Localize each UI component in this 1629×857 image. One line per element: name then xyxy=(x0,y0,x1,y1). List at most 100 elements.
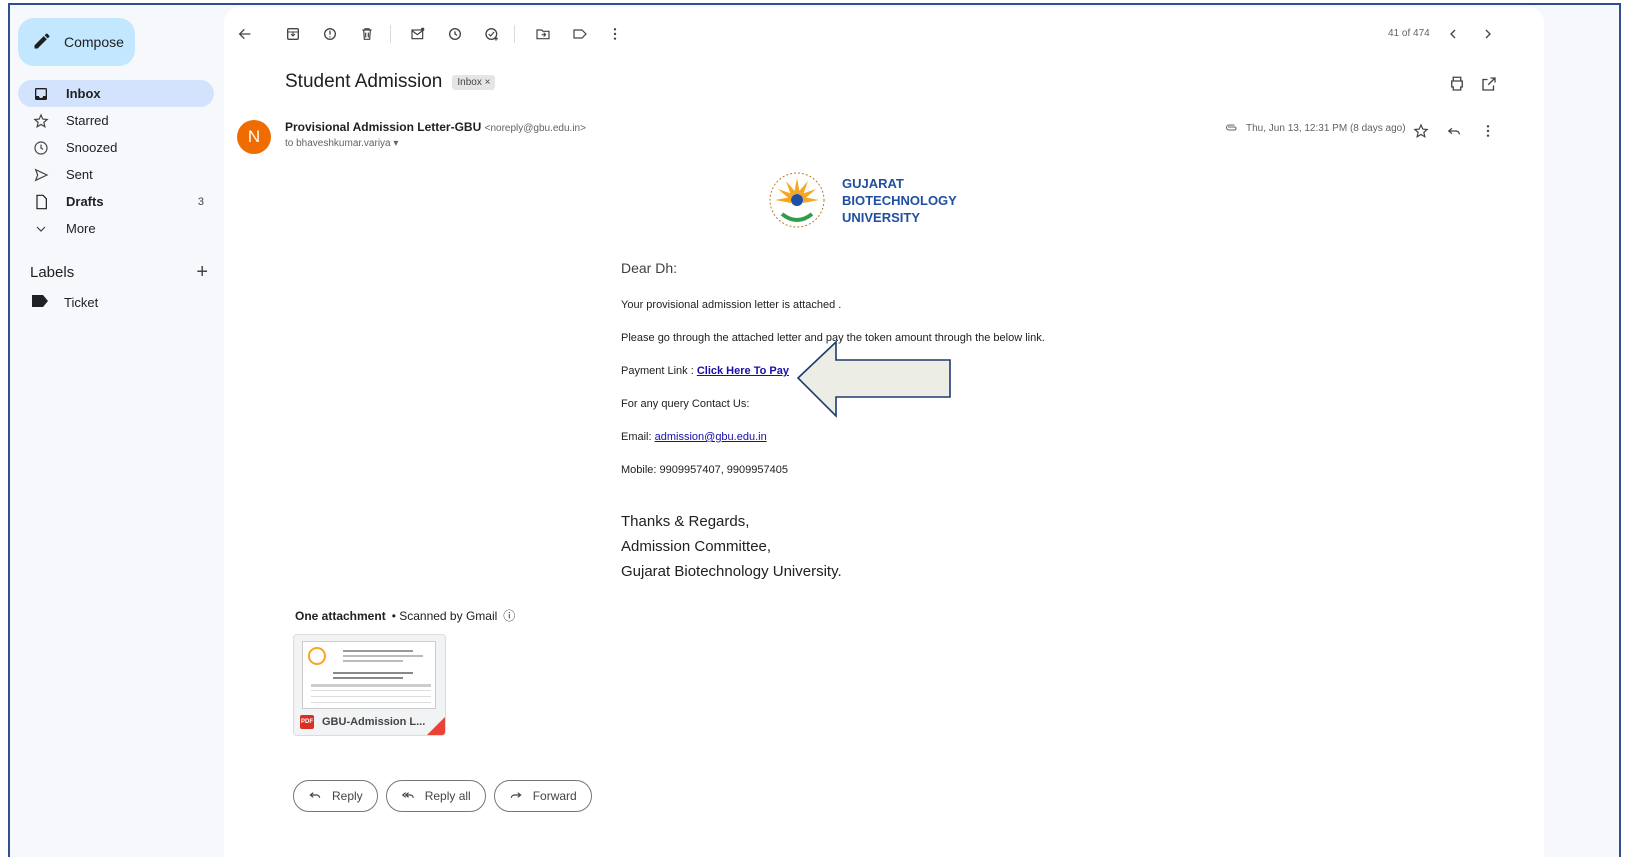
sidebar-item-label: Sent xyxy=(66,167,93,182)
attachment-heading: One attachment xyxy=(295,608,386,623)
compose-label: Compose xyxy=(64,34,124,50)
labels-title: Labels xyxy=(30,264,75,281)
email-subject: Student Admission xyxy=(285,71,443,92)
forward-label: Forward xyxy=(532,789,577,803)
compose-button[interactable]: Compose xyxy=(18,18,135,66)
drafts-count: 3 xyxy=(197,195,204,208)
forward-icon xyxy=(509,788,523,805)
payment-line: Payment Link : Click Here To Pay xyxy=(621,365,789,377)
chevron-down-icon xyxy=(32,220,50,238)
sidebar-item-label: Starred xyxy=(66,113,109,128)
labels-header: Labels + xyxy=(30,261,208,284)
reply-actions: Reply Reply all Forward xyxy=(293,780,592,812)
sidebar: Compose Inbox Starred Snoozed Sent Draft… xyxy=(10,5,232,857)
recipient-line[interactable]: to bhaveshkumar.variya ▾ xyxy=(285,138,398,149)
sidebar-item-drafts[interactable]: Drafts 3 xyxy=(18,188,214,215)
toolbar-divider xyxy=(390,25,391,43)
sidebar-label-ticket[interactable]: Ticket xyxy=(32,295,98,310)
snooze-icon[interactable] xyxy=(444,23,466,45)
logo-line: UNIVERSITY xyxy=(842,209,921,225)
message-toolbar: 41 of 474 xyxy=(224,7,1544,59)
more-vert-icon[interactable] xyxy=(1477,120,1499,142)
reply-all-icon xyxy=(401,788,415,805)
sun-emblem-icon xyxy=(769,172,825,228)
sender-info: Provisional Admission Letter-GBU <norepl… xyxy=(285,120,586,134)
star-icon[interactable] xyxy=(1410,120,1432,142)
attachment-card[interactable]: PDF GBU-Admission L... xyxy=(293,634,446,736)
sidebar-label-name: Ticket xyxy=(64,295,99,310)
sidebar-item-label: Snoozed xyxy=(66,140,118,155)
clock-icon xyxy=(32,139,50,157)
sidebar-item-label: Drafts xyxy=(66,194,104,209)
mobile-line: Mobile: 9909957407, 9909957405 xyxy=(621,464,788,476)
payment-prefix: Payment Link : xyxy=(621,365,697,377)
chevron-left-icon[interactable] xyxy=(1442,23,1464,45)
info-icon[interactable]: ⓘ xyxy=(503,607,515,624)
sidebar-item-label: Inbox xyxy=(66,86,101,101)
more-vert-icon[interactable] xyxy=(604,23,626,45)
label-icon xyxy=(32,295,48,310)
move-to-icon[interactable] xyxy=(532,23,554,45)
trash-icon[interactable] xyxy=(356,23,378,45)
reply-button[interactable]: Reply xyxy=(293,780,378,812)
mark-unread-icon[interactable] xyxy=(407,23,429,45)
avatar[interactable]: N xyxy=(237,120,271,154)
chevron-right-icon[interactable] xyxy=(1477,23,1499,45)
reply-all-button[interactable]: Reply all xyxy=(385,780,486,812)
nav-list: Inbox Starred Snoozed Sent Drafts 3 More xyxy=(18,80,214,242)
contact-email-line: Email: admission@gbu.edu.in xyxy=(621,431,767,443)
signature-line: Admission Committee, xyxy=(621,538,772,555)
email-prefix: Email: xyxy=(621,431,655,443)
inbox-badge[interactable]: Inbox × xyxy=(452,74,496,90)
star-icon xyxy=(32,112,50,130)
attachment-thumbnail xyxy=(302,641,436,709)
sidebar-item-starred[interactable]: Starred xyxy=(18,107,214,134)
forward-button[interactable]: Forward xyxy=(493,780,592,812)
report-spam-icon[interactable] xyxy=(319,23,341,45)
sidebar-item-sent[interactable]: Sent xyxy=(18,161,214,188)
reply-icon xyxy=(308,788,322,805)
logo-text: GUJARAT BIOTECHNOLOGY UNIVERSITY xyxy=(842,175,957,226)
recipient-text: to bhaveshkumar.variya xyxy=(285,138,391,149)
greeting: Dear Dh: xyxy=(621,260,678,276)
contact-email-link[interactable]: admission@gbu.edu.in xyxy=(655,431,767,443)
add-label-button[interactable]: + xyxy=(196,261,208,284)
attachment-header: One attachment • Scanned by Gmail ⓘ xyxy=(295,607,515,624)
open-new-window-icon[interactable] xyxy=(1480,75,1498,93)
sidebar-item-inbox[interactable]: Inbox xyxy=(18,80,214,107)
logo-line: GUJARAT xyxy=(842,175,904,191)
scanned-text: • Scanned by Gmail xyxy=(391,608,498,623)
toolbar-divider xyxy=(514,25,515,43)
inbox-icon xyxy=(32,85,50,103)
caret-down-icon: ▾ xyxy=(393,138,399,149)
add-task-icon[interactable] xyxy=(481,23,503,45)
body-line-attached: Your provisional admission letter is att… xyxy=(621,299,842,311)
print-icon[interactable] xyxy=(1448,75,1466,93)
sidebar-item-snoozed[interactable]: Snoozed xyxy=(18,134,214,161)
message-view: 41 of 474 Student Admission Inbox × N Pr… xyxy=(224,7,1544,857)
sidebar-item-label: More xyxy=(66,221,96,236)
send-icon xyxy=(32,166,50,184)
app-frame: Compose Inbox Starred Snoozed Sent Draft… xyxy=(8,3,1621,857)
sidebar-item-more[interactable]: More xyxy=(18,215,214,242)
pdf-icon: PDF xyxy=(300,715,314,729)
reply-icon[interactable] xyxy=(1443,120,1465,142)
back-arrow-icon[interactable] xyxy=(234,23,256,45)
subject-line: Student Admission Inbox × xyxy=(285,71,496,93)
sender-name[interactable]: Provisional Admission Letter-GBU xyxy=(285,120,481,134)
email-date: Thu, Jun 13, 12:31 PM (8 days ago) xyxy=(1246,123,1406,134)
attachment-filename: GBU-Admission L... xyxy=(322,716,426,728)
attachment-clip-icon xyxy=(1224,121,1240,136)
archive-icon[interactable] xyxy=(282,23,304,45)
sender-email: <noreply@gbu.edu.in> xyxy=(484,123,586,134)
draft-icon xyxy=(32,193,50,211)
signature-line: Gujarat Biotechnology University. xyxy=(621,563,842,580)
payment-link[interactable]: Click Here To Pay xyxy=(697,365,789,377)
annotation-arrow-icon xyxy=(796,340,951,418)
attachment-footer: PDF GBU-Admission L... xyxy=(294,709,445,735)
university-logo: GUJARAT BIOTECHNOLOGY UNIVERSITY xyxy=(764,170,957,230)
label-tag-icon[interactable] xyxy=(569,23,591,45)
query-line: For any query Contact Us: xyxy=(621,398,750,410)
reply-label: Reply xyxy=(332,789,363,803)
reply-all-label: Reply all xyxy=(424,789,471,803)
